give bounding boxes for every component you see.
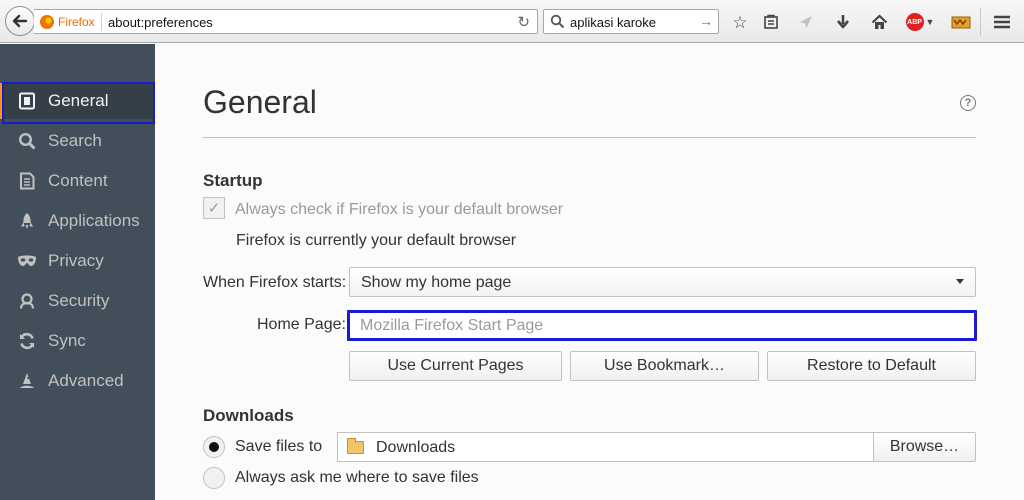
send-icon[interactable] [795,11,817,33]
download-icon[interactable] [832,11,854,33]
when-starts-label: When Firefox starts: [203,274,347,291]
identity-box[interactable]: Firefox [40,13,102,31]
search-query[interactable]: aplikasi karoke [570,15,656,30]
identity-label: Firefox [58,15,95,29]
sync-icon [17,331,37,351]
default-browser-status: Firefox is currently your default browse… [236,232,517,249]
checkmark-icon: ✓ [207,200,221,217]
homepage-input[interactable] [347,310,977,341]
category-label: Sync [48,331,86,350]
search-icon [17,131,37,151]
go-arrow-icon[interactable]: → [699,13,713,29]
category-label: Applications [48,211,140,230]
use-current-pages-button[interactable]: Use Current Pages [349,351,562,381]
search-icon [550,14,565,29]
home-icon[interactable] [868,11,890,33]
hamburger-menu-icon[interactable] [991,11,1013,33]
navigation-toolbar: Firefox about:preferences ↻ aplikasi kar… [0,0,1024,43]
save-files-radio[interactable] [203,436,225,458]
url-text[interactable]: about:preferences [108,15,213,30]
category-general[interactable]: General [0,82,155,124]
category-label: Content [48,171,108,190]
category-label: Security [48,291,110,310]
page-title: General [203,84,317,120]
chevron-down-icon [956,279,964,284]
downloads-heading: Downloads [203,406,294,425]
category-applications[interactable]: Applications [0,203,155,239]
startup-heading: Startup [203,171,263,190]
toolbar-divider [980,8,981,36]
homepage-label: Home Page: [257,316,346,333]
download-folder-value: Downloads [376,439,456,456]
extension-icon[interactable] [950,11,972,33]
category-sync[interactable]: Sync [0,323,155,359]
category-label: General [48,91,109,110]
help-icon[interactable]: ? [960,95,976,111]
category-content[interactable]: Content [0,163,155,199]
adblock-plus-button[interactable]: ABP ▼ [904,11,936,33]
reading-list-icon[interactable] [760,11,782,33]
back-arrow-icon [12,14,28,28]
header-divider [203,137,976,138]
folder-icon [347,438,364,454]
url-bar[interactable]: Firefox about:preferences ↻ [34,9,538,34]
privacy-mask-icon [17,251,37,271]
use-bookmark-button[interactable]: Use Bookmark… [570,351,759,381]
category-search[interactable]: Search [0,123,155,159]
category-label: Search [48,131,102,150]
dropdown-value: Show my home page [361,274,512,291]
default-browser-check-label: Always check if Firefox is your default … [235,201,564,218]
security-icon [17,291,37,311]
restore-default-button[interactable]: Restore to Default [767,351,976,381]
category-security[interactable]: Security [0,283,155,319]
general-pane: General ? Startup ✓ Always check if Fire… [155,44,1024,500]
firefox-logo-icon [40,15,54,29]
always-ask-label: Always ask me where to save files [235,469,479,486]
category-advanced[interactable]: Advanced [0,363,155,399]
browse-button[interactable]: Browse… [873,432,976,462]
default-browser-checkbox[interactable]: ✓ [203,197,225,219]
adblock-plus-icon: ABP [905,13,924,31]
content-icon [17,171,37,191]
download-folder-field[interactable]: Downloads [337,432,874,462]
category-privacy[interactable]: Privacy [0,243,155,279]
category-label: Advanced [48,371,124,390]
always-ask-radio[interactable] [203,467,225,489]
back-button[interactable] [5,6,35,36]
reload-icon[interactable]: ↻ [517,13,530,31]
category-label: Privacy [48,251,104,270]
advanced-wizard-icon [17,371,37,391]
chevron-down-icon: ▼ [925,16,935,27]
startup-behavior-dropdown[interactable]: Show my home page [349,267,976,297]
general-icon [17,91,37,111]
save-files-label: Save files to [235,438,323,455]
applications-icon [17,211,37,231]
search-bar[interactable]: aplikasi karoke → [543,9,719,34]
categories-sidebar: General Search Content Applications Priv… [0,44,155,500]
star-icon[interactable]: ☆ [729,11,751,33]
